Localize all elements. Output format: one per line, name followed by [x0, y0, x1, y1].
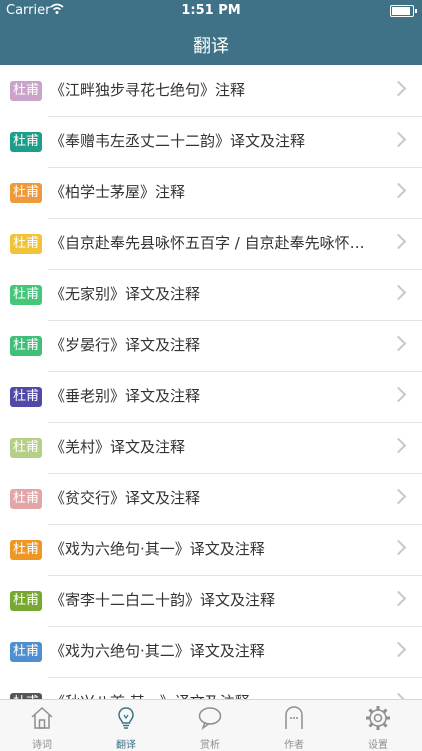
tab-label: 翻译	[116, 740, 136, 751]
list-item-title: 《羌村》译文及注释	[50, 438, 186, 456]
list-item-title: 《江畔独步寻花七绝句》注释	[50, 81, 246, 99]
chevron-right-icon	[390, 233, 407, 250]
chevron-right-icon	[390, 335, 407, 352]
list-item-title: 《无家别》译文及注释	[50, 285, 201, 303]
chevron-right-icon	[390, 182, 407, 199]
list-item[interactable]: 杜甫 《寄李十二白二十韵》译文及注释	[0, 575, 422, 627]
person-icon	[285, 706, 303, 729]
list-item[interactable]: 杜甫 《柏学士茅屋》注释	[0, 167, 422, 219]
translation-list[interactable]: 杜甫 《江畔独步寻花七绝句》注释 杜甫 《奉赠韦左丞丈二十二韵》译文及注释 杜甫…	[0, 65, 422, 699]
list-item[interactable]: 杜甫 《戏为六绝句·其二》译文及注释	[0, 626, 422, 678]
chevron-right-icon	[390, 284, 407, 301]
list-item-title: 《垂老别》译文及注释	[50, 387, 201, 405]
chevron-right-icon	[390, 641, 407, 658]
list-item-title: 《秋兴八首·其一》译文及注释	[50, 691, 370, 699]
author-badge: 杜甫	[10, 387, 42, 407]
list-item-title: 《柏学士茅屋》注释	[50, 183, 186, 201]
list-item-title: 《自京赴奉先县咏怀五百字 / 自京赴奉先咏怀五百字》译文及注释	[50, 234, 370, 252]
tab-bar: 诗词 翻译 赏析 作者 设置	[0, 699, 422, 751]
author-badge: 杜甫	[10, 285, 42, 305]
page-title: 翻译	[193, 36, 229, 57]
list-item[interactable]: 杜甫 《江畔独步寻花七绝句》注释	[0, 65, 422, 117]
tab-translation[interactable]: 翻译	[84, 700, 168, 751]
list-item[interactable]: 杜甫 《无家别》译文及注释	[0, 269, 422, 321]
chevron-right-icon	[390, 590, 407, 607]
list-item-title: 《贫交行》译文及注释	[50, 489, 201, 507]
chat-bubble-icon	[198, 707, 222, 731]
author-badge: 杜甫	[10, 183, 42, 203]
gear-icon	[366, 706, 390, 730]
chevron-right-icon	[390, 131, 407, 148]
lightbulb-icon	[118, 707, 134, 729]
tab-label: 作者	[284, 740, 304, 751]
tab-authors[interactable]: 作者	[252, 700, 336, 751]
list-item[interactable]: 杜甫 《自京赴奉先县咏怀五百字 / 自京赴奉先咏怀五百字》译文及注释	[0, 218, 422, 270]
author-badge: 杜甫	[10, 540, 42, 560]
chevron-right-icon	[390, 386, 407, 403]
tab-settings[interactable]: 设置	[336, 700, 420, 751]
home-icon	[31, 706, 53, 729]
list-item[interactable]: 杜甫 《奉赠韦左丞丈二十二韵》译文及注释	[0, 116, 422, 168]
author-badge: 杜甫	[10, 438, 42, 458]
author-badge: 杜甫	[10, 81, 42, 101]
chevron-right-icon	[390, 437, 407, 454]
list-item-title: 《寄李十二白二十韵》译文及注释	[50, 591, 276, 609]
list-item[interactable]: 杜甫 《贫交行》译文及注释	[0, 473, 422, 525]
author-badge: 杜甫	[10, 132, 42, 152]
navigation-bar: 翻译	[0, 22, 422, 65]
list-item[interactable]: 杜甫 《岁晏行》译文及注释	[0, 320, 422, 372]
list-item-title: 《戏为六绝句·其二》译文及注释	[50, 642, 265, 660]
list-item[interactable]: 杜甫 《秋兴八首·其一》译文及注释	[0, 677, 422, 699]
author-badge: 杜甫	[10, 591, 42, 611]
tab-appreciation[interactable]: 赏析	[168, 700, 252, 751]
list-item[interactable]: 杜甫 《羌村》译文及注释	[0, 422, 422, 474]
battery-icon	[390, 5, 417, 17]
author-badge: 杜甫	[10, 489, 42, 509]
chevron-right-icon	[390, 80, 407, 97]
status-time: 1:51 PM	[181, 3, 241, 18]
chevron-right-icon	[390, 488, 407, 505]
list-item-title: 《岁晏行》译文及注释	[50, 336, 201, 354]
list-item[interactable]: 杜甫 《垂老别》译文及注释	[0, 371, 422, 423]
author-badge: 杜甫	[10, 234, 42, 254]
author-badge: 杜甫	[10, 642, 42, 662]
chevron-right-icon	[390, 539, 407, 556]
tab-label: 设置	[368, 740, 388, 751]
author-badge: 杜甫	[10, 336, 42, 356]
tab-label: 诗词	[32, 740, 52, 751]
status-bar: Carrier 1:51 PM	[0, 0, 422, 22]
tab-label: 赏析	[200, 740, 220, 751]
list-item-title: 《奉赠韦左丞丈二十二韵》译文及注释	[50, 132, 306, 150]
list-item-title: 《戏为六绝句·其一》译文及注释	[50, 540, 265, 558]
list-item[interactable]: 杜甫 《戏为六绝句·其一》译文及注释	[0, 524, 422, 576]
tab-poems[interactable]: 诗词	[0, 700, 84, 751]
